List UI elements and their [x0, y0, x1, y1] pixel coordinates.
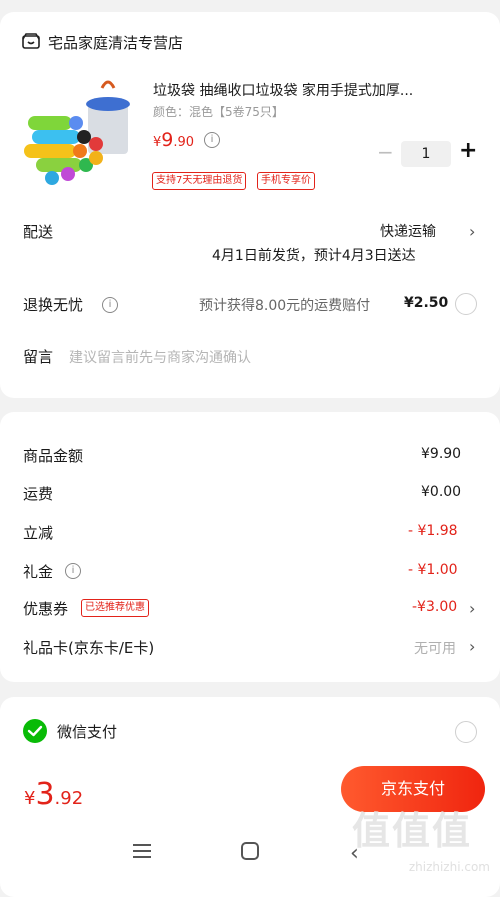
message-label: 留言 — [23, 348, 54, 366]
store-icon — [22, 33, 40, 49]
delivery-label: 配送 — [23, 223, 54, 241]
total-price: ¥3.92 — [24, 777, 83, 812]
delivery-schedule: 4月1日前发货，预计4月3日送达 — [212, 248, 416, 264]
total-decimal: .92 — [54, 788, 84, 809]
shipping-label: 运费 — [23, 485, 54, 503]
message-input[interactable]: 建议留言前先与商家沟通确认 — [69, 347, 251, 367]
gift-money-label: 礼金 — [23, 563, 54, 581]
shipping-value: ¥0.00 — [421, 484, 462, 500]
decrease-quantity-button[interactable]: − — [377, 140, 394, 164]
coupon-label: 优惠券 — [23, 600, 69, 618]
return-price: ¥2.50 — [404, 295, 449, 311]
order-card: 宅品家庭清洁专营店 垃圾袋 抽绳收口垃圾袋 家用手提式加厚... 颜色：混色【5… — [0, 12, 500, 398]
return-service-radio[interactable] — [455, 293, 477, 315]
wechat-icon — [23, 719, 47, 743]
home-nav-icon[interactable] — [240, 841, 260, 861]
discount-label: 立减 — [23, 524, 54, 542]
quantity-input[interactable]: 1 — [401, 141, 451, 167]
return-label: 退换无忧 — [23, 296, 84, 314]
watermark-url: zhizhizhi.com — [408, 860, 490, 874]
price-summary-card: 商品金额 ¥9.90 运费 ¥0.00 立减 - ¥1.98 礼金 i - ¥1… — [0, 412, 500, 682]
return-policy-tag: 支持7天无理由退货 — [152, 172, 247, 190]
product-spec[interactable]: 颜色：混色【5卷75只】 — [153, 103, 284, 120]
product-image[interactable] — [22, 78, 140, 186]
total-symbol: ¥ — [24, 788, 36, 809]
price-decimal: .90 — [173, 135, 195, 150]
menu-nav-icon[interactable] — [132, 842, 152, 860]
wechat-pay-label[interactable]: 微信支付 — [57, 721, 117, 742]
coupon-recommended-tag: 已选推荐优惠 — [81, 599, 149, 617]
product-price: ¥9.90 — [153, 129, 194, 151]
mobile-price-tag: 手机专享价 — [257, 172, 315, 190]
store-name[interactable]: 宅品家庭清洁专营店 — [48, 32, 183, 53]
coupon-chevron-icon[interactable]: › — [469, 599, 475, 618]
increase-quantity-button[interactable]: + — [459, 138, 477, 163]
delivery-chevron-icon[interactable]: › — [469, 222, 475, 241]
return-info-icon[interactable]: i — [102, 297, 118, 313]
goods-amount-value: ¥9.90 — [421, 446, 462, 462]
product-title[interactable]: 垃圾袋 抽绳收口垃圾袋 家用手提式加厚... — [153, 80, 413, 100]
gift-money-value: - ¥1.00 — [408, 562, 458, 578]
price-info-icon[interactable]: i — [204, 132, 220, 148]
delivery-method[interactable]: 快递运输 — [380, 221, 436, 241]
coupon-value[interactable]: -¥3.00 — [412, 599, 457, 615]
watermark-logo: 值值值 — [352, 809, 473, 853]
discount-value: - ¥1.98 — [408, 523, 458, 539]
price-integer: 9 — [161, 129, 174, 151]
return-description: 预计获得8.00元的运费赔付 — [199, 298, 371, 314]
wechat-pay-radio[interactable] — [455, 721, 477, 743]
gift-card-chevron-icon[interactable]: › — [469, 637, 475, 656]
gift-card-value[interactable]: 无可用 — [414, 638, 456, 658]
total-integer: 3 — [35, 777, 55, 812]
goods-amount-label: 商品金额 — [23, 447, 84, 465]
gift-card-label: 礼品卡(京东卡/E卡) — [23, 639, 155, 657]
gift-money-info-icon[interactable]: i — [65, 563, 81, 579]
